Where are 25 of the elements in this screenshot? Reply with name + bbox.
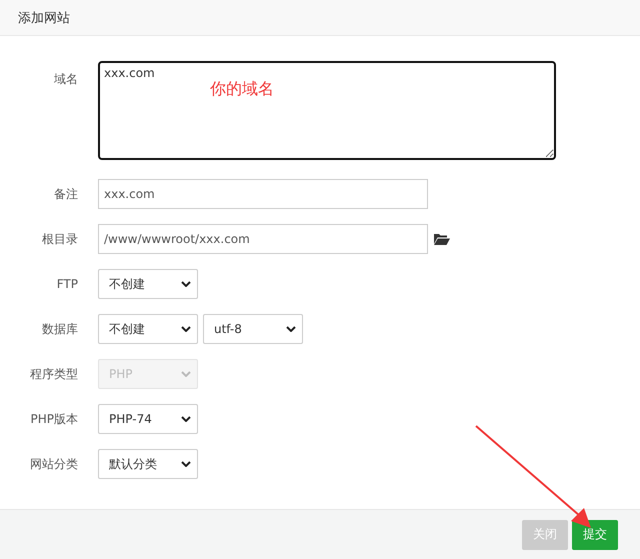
dialog-title: 添加网站 (18, 10, 70, 26)
chevron-down-icon (181, 326, 191, 332)
dropdown[interactable]: 默认分类 (98, 449, 198, 479)
field-label: 网站分类 (29, 456, 79, 472)
field-label: FTP (56, 277, 79, 291)
folder-icon[interactable] (434, 233, 450, 245)
dropdown[interactable]: PHP-74 (98, 404, 198, 434)
annotation-note: 你的域名 (210, 79, 274, 100)
dropdown: PHP (98, 359, 198, 389)
dropdown[interactable]: utf-8 (203, 314, 303, 344)
field-label: PHP版本 (30, 410, 79, 428)
field-label: 域名 (53, 71, 79, 88)
chevron-down-icon (181, 281, 191, 287)
field-label: 备注 (53, 186, 79, 202)
field-label: 根目录 (41, 230, 79, 248)
field-label: 数据库 (41, 320, 79, 338)
field-label: 程序类型 (29, 366, 79, 382)
path-input[interactable]: /www/wwwroot/xxx.com (98, 224, 428, 254)
text-input[interactable]: xxx.com (98, 179, 428, 209)
dropdown[interactable]: 不创建 (98, 314, 198, 344)
chevron-down-icon (181, 461, 191, 467)
dropdown[interactable]: 不创建 (98, 269, 198, 299)
chevron-down-icon (181, 371, 191, 377)
chevron-down-icon (286, 326, 296, 332)
chevron-down-icon (181, 416, 191, 422)
